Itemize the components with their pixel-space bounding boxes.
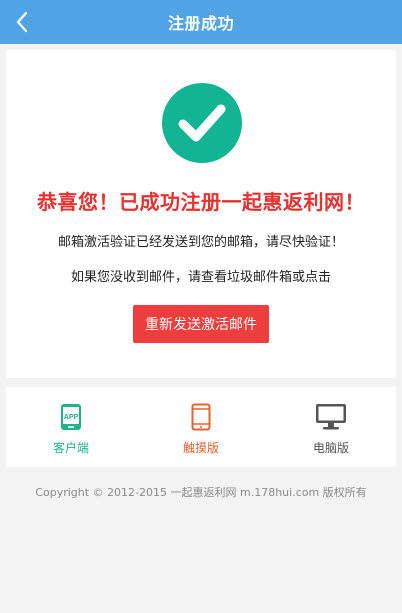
resend-activation-button[interactable]: 重新发送激活邮件 <box>133 305 269 343</box>
not-received-text: 如果您没收到邮件，请查看垃圾邮件箱或点击 <box>70 270 331 285</box>
back-button[interactable] <box>6 6 38 38</box>
monitor-icon <box>315 403 347 431</box>
svg-text:APP: APP <box>64 414 79 421</box>
mobile-app-icon: APP <box>60 403 82 431</box>
version-app-label: 客户端 <box>52 441 89 455</box>
activation-sent-text: 邮箱激活验证已经发送到您的邮箱，请尽快验证！ <box>57 235 344 250</box>
top-bar: 注册成功 <box>0 0 402 44</box>
phone-icon <box>191 403 211 431</box>
version-pc[interactable]: 电脑版 <box>266 387 396 467</box>
version-pc-label: 电脑版 <box>312 441 349 455</box>
version-touch[interactable]: 触摸版 <box>136 387 266 467</box>
version-app[interactable]: APP 客户端 <box>6 387 136 467</box>
version-switcher: APP 客户端 触摸版 电脑版 <box>6 387 396 467</box>
success-check-icon <box>162 83 242 167</box>
success-card: 恭喜您！已成功注册一起惠返利网！ 邮箱激活验证已经发送到您的邮箱，请尽快验证！ … <box>6 50 396 378</box>
page-title: 注册成功 <box>167 14 234 33</box>
chevron-left-icon <box>16 11 28 33</box>
version-touch-label: 触摸版 <box>182 441 219 455</box>
congrats-message: 恭喜您！已成功注册一起惠返利网！ <box>37 190 365 214</box>
copyright-footer: Copyright © 2012-2015 一起惠返利网 m.178hui.co… <box>35 486 367 499</box>
